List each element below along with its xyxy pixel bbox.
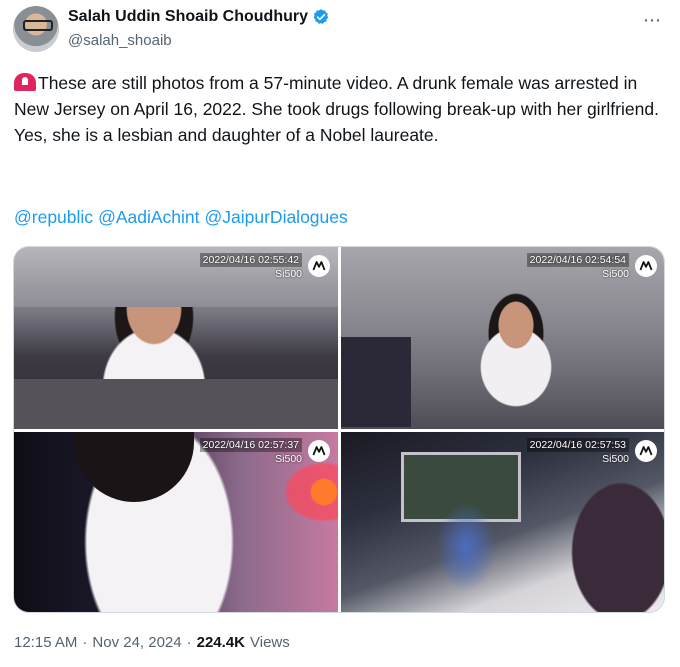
meta-separator: ·: [186, 634, 192, 651]
meta-separator: ·: [82, 634, 88, 651]
photo-2[interactable]: 2022/04/16 02:54:54 Si500: [341, 247, 664, 429]
mention-aadiachint[interactable]: @AadiAchint: [98, 207, 199, 228]
camera-stamp: 2022/04/16 02:55:42 Si500: [199, 253, 302, 281]
camera-timestamp: 2022/04/16 02:57:37: [199, 438, 302, 452]
avatar[interactable]: [13, 6, 59, 52]
photo-1[interactable]: 2022/04/16 02:55:42 Si500: [14, 247, 338, 429]
rotating-light-icon: [14, 73, 36, 91]
verified-badge-icon[interactable]: [312, 8, 330, 26]
motorola-logo-icon: [308, 255, 330, 277]
post-time[interactable]: 12:15 AM: [14, 634, 77, 651]
camera-stamp: 2022/04/16 02:57:37 Si500: [199, 438, 302, 466]
camera-model: Si500: [275, 268, 302, 280]
views-count[interactable]: 224.4K: [197, 634, 245, 651]
motorola-logo-icon: [635, 255, 657, 277]
photo-wall: [341, 337, 411, 427]
mention-list: @republic @AadiAchint @JaipurDialogues: [14, 207, 348, 228]
more-options-icon[interactable]: ⋯: [643, 10, 662, 31]
mention-republic[interactable]: @republic: [14, 207, 93, 228]
photo-3[interactable]: 2022/04/16 02:57:37 Si500: [14, 432, 338, 612]
tweet-meta: 12:15 AM · Nov 24, 2024 · 224.4K Views: [14, 634, 290, 651]
author-name-row[interactable]: Salah Uddin Shoaib Choudhury: [68, 8, 330, 26]
post-date[interactable]: Nov 24, 2024: [92, 634, 181, 651]
photo-floor: [14, 379, 338, 429]
camera-timestamp: 2022/04/16 02:54:54: [526, 253, 629, 267]
camera-model: Si500: [602, 268, 629, 280]
camera-timestamp: 2022/04/16 02:55:42: [199, 253, 302, 267]
camera-timestamp: 2022/04/16 02:57:53: [526, 438, 629, 452]
photo-hair: [74, 432, 194, 502]
camera-model: Si500: [602, 453, 629, 465]
tweet-body: These are still photos from a 57-minute …: [14, 73, 659, 145]
media-grid: 2022/04/16 02:55:42 Si500 2022/04/16 02:…: [13, 246, 665, 613]
camera-model: Si500: [275, 453, 302, 465]
motorola-logo-icon: [308, 440, 330, 462]
camera-stamp: 2022/04/16 02:54:54 Si500: [526, 253, 629, 281]
camera-stamp: 2022/04/16 02:57:53 Si500: [526, 438, 629, 466]
tweet-text: These are still photos from a 57-minute …: [14, 70, 669, 148]
author-handle[interactable]: @salah_shoaib: [68, 32, 172, 49]
author-display-name[interactable]: Salah Uddin Shoaib Choudhury: [68, 8, 308, 26]
photo-4[interactable]: 2022/04/16 02:57:53 Si500: [341, 432, 664, 612]
photo-flash: [436, 502, 496, 592]
motorola-logo-icon: [635, 440, 657, 462]
mention-jaipurdialogues[interactable]: @JaipurDialogues: [205, 207, 348, 228]
views-label: Views: [250, 634, 290, 651]
